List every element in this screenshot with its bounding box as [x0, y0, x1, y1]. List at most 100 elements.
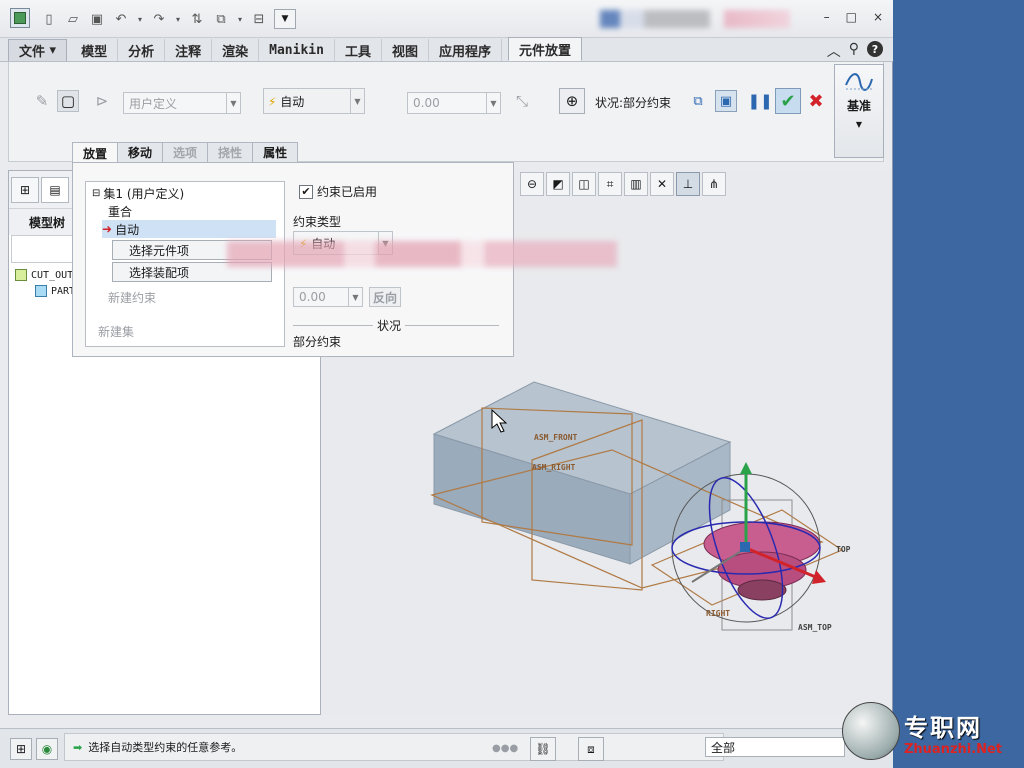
tab-file[interactable]: 文件 ▾	[8, 39, 68, 61]
selection-filter-dropdown[interactable]: 全部	[705, 737, 845, 757]
tab-options[interactable]: 选项	[162, 142, 209, 162]
folder-browser-tab-icon[interactable]: ▤	[41, 176, 69, 203]
quick-access-toolbar: ▯ ▱ ▣ ↶ ▾ ↷ ▾ ⇅ ⧉ ▾ ⊟ ▼	[40, 9, 296, 29]
window-controls: – □ ×	[824, 10, 883, 24]
assembly-icon	[15, 269, 27, 281]
title-bar: ▯ ▱ ▣ ↶ ▾ ↷ ▾ ⇅ ⧉ ▾ ⊟ ▼ – □ ×	[0, 0, 893, 38]
tab-placement[interactable]: 放置	[72, 142, 119, 163]
undo-icon[interactable]: ↶	[112, 10, 130, 28]
pause-icon[interactable]: ❚❚	[747, 90, 772, 112]
tab-properties[interactable]: 属性	[252, 142, 299, 162]
datum-label-asm-top: ASM_TOP	[798, 623, 832, 632]
datum-curve-icon	[845, 73, 873, 91]
placement-tabs: 放置 移动 选项 挠性 属性	[72, 142, 299, 163]
datum-button[interactable]: 基准 ▼	[834, 64, 884, 158]
display-icon[interactable]: ▢	[57, 90, 79, 112]
help-icon[interactable]: ?	[867, 41, 883, 57]
tab-component-placement[interactable]: 元件放置	[507, 37, 582, 61]
ok-check-icon[interactable]: ✔	[775, 88, 801, 114]
mechanism-connection-icon[interactable]: ⊳	[91, 90, 113, 112]
tab-analysis[interactable]: 分析	[118, 39, 166, 61]
part-icon	[35, 285, 47, 297]
search-icon[interactable]: ⚲	[849, 41, 859, 61]
constraint-set-combo[interactable]: 用户定义 ▼	[123, 92, 241, 114]
redo-icon[interactable]: ↷	[150, 10, 168, 28]
refit-icon[interactable]: ◩	[546, 172, 570, 196]
collapse-ribbon-icon[interactable]: ︿	[827, 41, 841, 61]
windows-dropdown-icon[interactable]: ▾	[236, 10, 244, 28]
redo-dropdown-icon[interactable]: ▾	[174, 10, 182, 28]
separate-window-icon[interactable]: ⧉	[687, 90, 709, 112]
flip-direction-icon[interactable]: ⤡	[511, 90, 533, 112]
checkbox-checked-icon: ✔	[299, 184, 313, 199]
sketch-icon[interactable]: ✎	[31, 90, 53, 112]
move-component-icon[interactable]: ⊕	[559, 88, 585, 114]
collapse-icon[interactable]: ⊟	[92, 188, 100, 199]
constraint-offset-input[interactable]: 0.00 ▼	[293, 287, 363, 307]
watermark-logo: 专职网 Zhuanzhi.Net	[842, 702, 1024, 768]
new-file-icon[interactable]: ▯	[40, 10, 58, 28]
tab-move[interactable]: 移动	[117, 142, 164, 162]
constraint-type-label: 约束类型	[293, 215, 342, 229]
ribbon-tab-bar: 文件 ▾ 模型 分析 注释 渲染 Manikin 工具 视图 应用程序 元件放置…	[0, 37, 893, 62]
model-tree-tab-icon[interactable]: ⊞	[11, 176, 39, 203]
windows-icon[interactable]: ⧉	[212, 10, 230, 28]
tab-model[interactable]: 模型	[71, 39, 119, 61]
close-window-icon[interactable]: ⊟	[250, 10, 268, 28]
status-heading: 状况	[373, 317, 406, 334]
browser-toggle-icon[interactable]: ◉	[36, 738, 58, 760]
datum-display-icon[interactable]: ✕	[650, 172, 674, 196]
datum-label-right: RIGHT	[706, 609, 730, 618]
regenerate-icon[interactable]: ⇅	[188, 10, 206, 28]
status-value: 部分约束	[293, 335, 342, 349]
assembly-window-icon[interactable]: ▣	[715, 90, 737, 112]
watermark-url: Zhuanzhi.Net	[904, 742, 1003, 757]
tab-annotate[interactable]: 注释	[165, 39, 213, 61]
tab-applications[interactable]: 应用程序	[429, 39, 502, 61]
spin-center-icon[interactable]: ⊥	[676, 172, 700, 196]
flip-button[interactable]: 反向	[369, 287, 401, 307]
app-window: ▯ ▱ ▣ ↶ ▾ ↷ ▾ ⇅ ⧉ ▾ ⊟ ▼ – □ × 文件 ▾ 模型 分析…	[0, 0, 893, 768]
undo-dropdown-icon[interactable]: ▾	[136, 10, 144, 28]
regen-status-icon: ●●●	[492, 743, 519, 754]
status-bar: ⊞ ◉ ➡ 选择自动类型约束的任意参考。 ●●● ⛓ ⧈ 全部	[0, 728, 893, 768]
tab-render[interactable]: 渲染	[212, 39, 260, 61]
close-icon[interactable]: ×	[873, 10, 883, 24]
constraint-type-combo[interactable]: ⚡ 自动 ▼	[263, 88, 365, 114]
constraint-coincident[interactable]: 重合	[108, 202, 132, 220]
tab-manikin[interactable]: Manikin	[259, 39, 335, 61]
navigator-toggle-icon[interactable]: ⊞	[10, 738, 32, 760]
constraint-auto-selected[interactable]: ➜ 自动	[102, 220, 276, 238]
save-icon[interactable]: ▣	[88, 10, 106, 28]
lightning-icon: ⚡	[268, 94, 277, 109]
datum-dropdown-icon[interactable]: ▼	[856, 120, 862, 129]
tab-view[interactable]: 视图	[382, 39, 429, 61]
placement-status-label: 状况:部分约束	[595, 96, 672, 110]
offset-value-input[interactable]: 0.00 ▼	[407, 92, 501, 114]
message-arrow-icon: ➡	[73, 740, 83, 754]
find-icon[interactable]: ⛓	[530, 737, 556, 761]
tab-flexibility[interactable]: 挠性	[207, 142, 254, 162]
annotation-display-icon[interactable]: ⋔	[702, 172, 726, 196]
message-area: ➡ 选择自动类型约束的任意参考。	[64, 733, 724, 761]
selection-box-icon[interactable]: ⧈	[578, 737, 604, 761]
customize-toolbar-button[interactable]: ▼	[274, 9, 296, 29]
view-manager-icon[interactable]: ▥	[624, 172, 648, 196]
maximize-icon[interactable]: □	[846, 10, 857, 24]
new-set-link[interactable]: 新建集	[98, 322, 134, 340]
constraint-enabled-checkbox[interactable]: ✔ 约束已启用	[299, 183, 377, 200]
saved-views-icon[interactable]: ⌗	[598, 172, 622, 196]
tab-tools[interactable]: 工具	[335, 39, 382, 61]
app-logo-icon	[10, 8, 30, 28]
new-constraint-link[interactable]: 新建约束	[108, 288, 156, 306]
open-folder-icon[interactable]: ▱	[64, 10, 82, 28]
datum-label-top: TOP	[836, 545, 851, 554]
cancel-x-icon[interactable]: ✖	[805, 90, 827, 112]
zoom-out-icon[interactable]: ⊖	[520, 172, 544, 196]
datum-label-asm-right: ASM_RIGHT	[532, 463, 576, 472]
constraint-set-item[interactable]: ⊟ 集1 (用户定义)	[92, 184, 184, 202]
datum-label-asm-front: ASM_FRONT	[534, 433, 578, 442]
blurred-title-2	[724, 10, 790, 28]
minimize-icon[interactable]: –	[824, 10, 830, 24]
display-style-icon[interactable]: ◫	[572, 172, 596, 196]
